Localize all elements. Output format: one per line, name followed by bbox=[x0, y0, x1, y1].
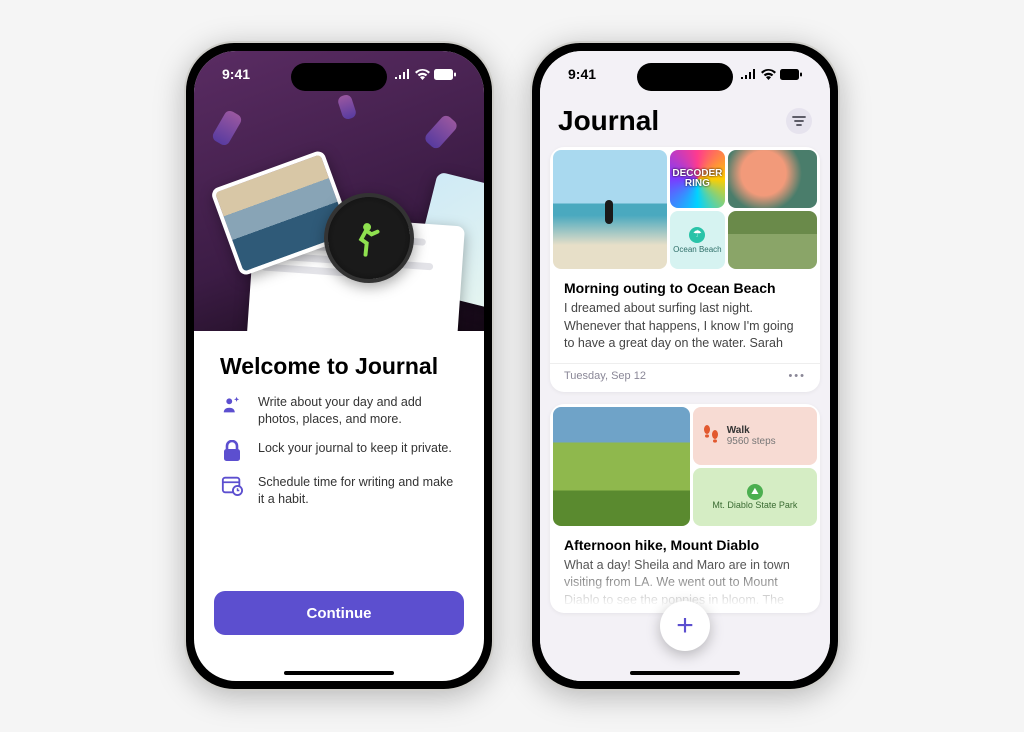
filter-lines-icon bbox=[792, 116, 806, 126]
new-entry-button[interactable]: + bbox=[660, 601, 710, 651]
journal-entry[interactable]: Walk 9560 steps ⛰ Mt. Diablo State Park … bbox=[550, 404, 820, 614]
location-tile[interactable]: ☂ Ocean Beach bbox=[670, 211, 725, 269]
entry-more-button[interactable]: ••• bbox=[788, 370, 806, 382]
plus-icon: + bbox=[676, 609, 694, 643]
feature-lock: Lock your journal to keep it private. bbox=[220, 440, 458, 462]
map-pin-icon: ☂ bbox=[483, 202, 484, 229]
phone-journal-list: 9:41 Journal DECODER RING bbox=[530, 41, 840, 691]
status-indicators bbox=[741, 69, 802, 80]
status-indicators bbox=[395, 69, 456, 80]
status-time: 9:41 bbox=[222, 66, 250, 82]
entry-title: Afternoon hike, Mount Diablo bbox=[564, 537, 806, 553]
entry-text: I dreamed about surfing last night. When… bbox=[564, 300, 806, 353]
entry-media-grid: DECODER RING ☂ Ocean Beach bbox=[550, 147, 820, 272]
feature-text: Schedule time for writing and make it a … bbox=[258, 474, 458, 508]
footsteps-icon bbox=[701, 423, 721, 448]
dynamic-island bbox=[637, 63, 733, 91]
cellular-icon bbox=[395, 69, 411, 79]
photo-meadow[interactable] bbox=[553, 407, 690, 526]
phone-welcome: 9:41 ☂ Welcome to Journal bbox=[184, 41, 494, 691]
welcome-title: Welcome to Journal bbox=[220, 353, 458, 380]
entry-date: Tuesday, Sep 12 bbox=[564, 370, 646, 382]
home-indicator[interactable] bbox=[284, 671, 394, 675]
park-tile[interactable]: ⛰ Mt. Diablo State Park bbox=[693, 468, 817, 526]
wifi-icon bbox=[761, 69, 776, 80]
activity-label: Walk bbox=[727, 425, 750, 436]
lock-icon bbox=[220, 440, 244, 462]
person-sparkle-icon bbox=[220, 394, 244, 428]
activity-steps: 9560 steps bbox=[727, 436, 776, 447]
feature-write: Write about your day and add photos, pla… bbox=[220, 394, 458, 428]
umbrella-pin-icon: ☂ bbox=[689, 227, 705, 243]
photo-beach[interactable] bbox=[553, 150, 667, 269]
activity-tile[interactable]: Walk 9560 steps bbox=[693, 407, 817, 465]
dynamic-island bbox=[291, 63, 387, 91]
battery-icon bbox=[434, 69, 456, 80]
page-title: Journal bbox=[558, 105, 659, 137]
entry-title: Morning outing to Ocean Beach bbox=[564, 280, 806, 296]
filter-button[interactable] bbox=[786, 108, 812, 134]
battery-icon bbox=[780, 69, 802, 80]
wifi-icon bbox=[415, 69, 430, 80]
home-indicator[interactable] bbox=[630, 671, 740, 675]
podcast-tile[interactable]: DECODER RING bbox=[670, 150, 725, 208]
cellular-icon bbox=[741, 69, 757, 79]
feature-text: Write about your day and add photos, pla… bbox=[258, 394, 458, 428]
photo-shell[interactable] bbox=[728, 150, 817, 208]
calendar-clock-icon bbox=[220, 474, 244, 508]
entry-media-grid: Walk 9560 steps ⛰ Mt. Diablo State Park bbox=[550, 404, 820, 529]
continue-button[interactable]: Continue bbox=[214, 591, 464, 635]
photo-road[interactable] bbox=[728, 211, 817, 269]
feature-schedule: Schedule time for writing and make it a … bbox=[220, 474, 458, 508]
status-time: 9:41 bbox=[568, 66, 596, 82]
journal-entry[interactable]: DECODER RING ☂ Ocean Beach Morning outin… bbox=[550, 147, 820, 392]
feature-text: Lock your journal to keep it private. bbox=[258, 440, 452, 462]
tree-pin-icon: ⛰ bbox=[747, 484, 763, 500]
fitness-icon bbox=[347, 216, 391, 260]
